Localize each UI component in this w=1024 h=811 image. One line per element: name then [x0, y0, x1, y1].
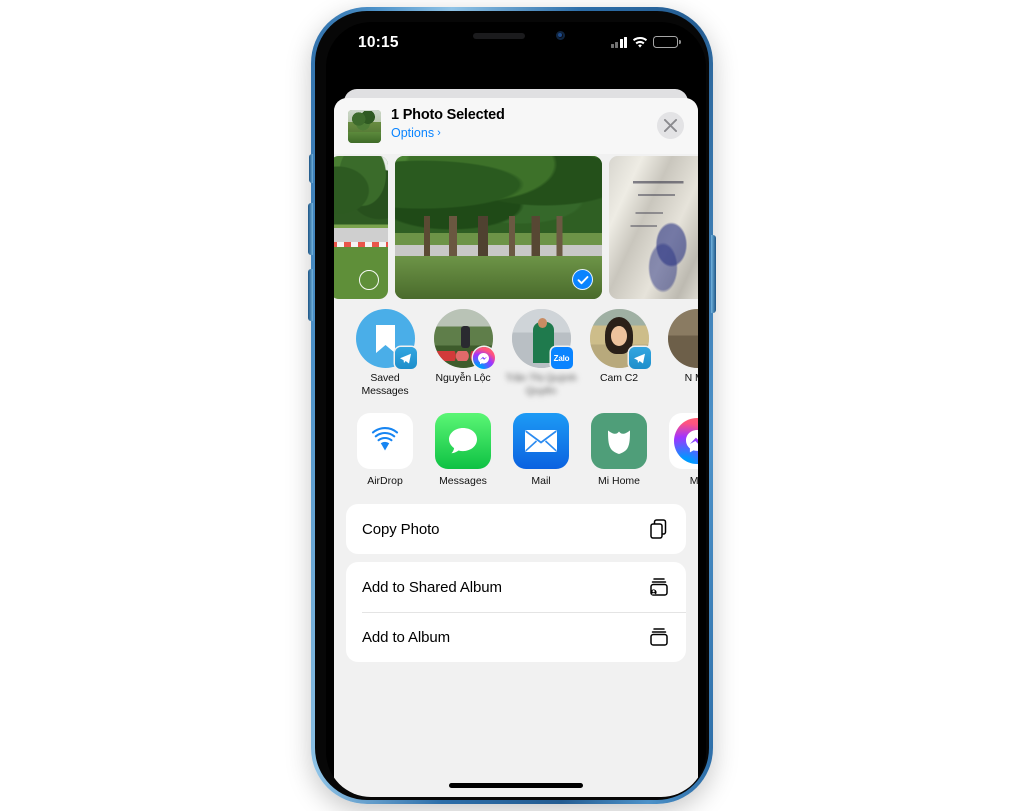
- selected-photo-thumbnail[interactable]: [348, 110, 381, 143]
- shared-album-icon: [648, 576, 670, 598]
- power-button[interactable]: [711, 235, 716, 313]
- chevron-right-icon: ›: [437, 127, 441, 139]
- messenger-icon: [686, 430, 698, 453]
- action-group-1: Copy Photo: [346, 504, 686, 554]
- status-bar-time: 10:15: [358, 34, 399, 51]
- mi-home-icon: [608, 430, 630, 454]
- app-label: Messages: [439, 475, 487, 487]
- action-add-to-shared-album[interactable]: Add to Shared Album: [346, 562, 686, 612]
- action-add-to-album[interactable]: Add to Album: [346, 612, 686, 662]
- screenshot-canvas: 10:15 1 Photo Selected Options › Saved M…: [0, 0, 1024, 811]
- action-label: Add to Shared Album: [362, 578, 502, 596]
- close-button[interactable]: [657, 112, 684, 139]
- contact-name: Trần Thị Quỳnh Quyên: [505, 372, 577, 397]
- mute-switch[interactable]: [309, 154, 313, 183]
- contact-nguyen-loc[interactable]: Nguyễn Lộc: [424, 309, 502, 385]
- front-camera-icon: [556, 31, 565, 40]
- copy-icon: [648, 518, 670, 540]
- close-icon: [664, 119, 677, 132]
- messenger-badge-icon: [472, 347, 495, 369]
- action-label: Add to Album: [362, 628, 451, 646]
- contact-name: Nguyễn Lộc: [435, 372, 491, 384]
- contact-name: Saved Messages: [361, 372, 409, 397]
- apps-share-row[interactable]: AirDrop Messages Mail Mi Home M: [334, 402, 698, 496]
- photo-strip[interactable]: [334, 154, 698, 301]
- action-group-2: Add to Shared Album Add to Album: [346, 562, 686, 662]
- action-copy-photo[interactable]: Copy Photo: [346, 504, 686, 554]
- contact-name: N Ma: [684, 372, 698, 384]
- photo-select-circle[interactable]: [359, 270, 379, 290]
- album-icon: [648, 626, 670, 648]
- volume-down-button[interactable]: [308, 269, 313, 321]
- cellular-signal-icon: [610, 36, 627, 48]
- share-sheet-header: 1 Photo Selected Options ›: [334, 98, 698, 154]
- share-app-mi-home[interactable]: Mi Home: [580, 413, 658, 487]
- app-label: AirDrop: [367, 475, 403, 487]
- contact-cam-c2[interactable]: Cam C2: [580, 309, 658, 385]
- contact-name: Cam C2: [600, 372, 638, 384]
- wifi-icon: [632, 36, 648, 48]
- contact-saved-messages[interactable]: Saved Messages: [346, 309, 424, 397]
- telegram-badge-icon: [394, 347, 417, 369]
- share-app-messages[interactable]: Messages: [424, 413, 502, 487]
- action-list: Copy Photo Add to Shared Album Add to Al…: [334, 496, 698, 662]
- battery-icon: [653, 36, 681, 48]
- app-label: Mail: [531, 475, 551, 487]
- airdrop-icon: [371, 426, 399, 451]
- notch: [439, 22, 593, 52]
- app-label: Mi Home: [597, 475, 640, 487]
- share-app-airdrop[interactable]: AirDrop: [346, 413, 424, 487]
- phone-frame: 10:15 1 Photo Selected Options › Saved M…: [308, 7, 716, 804]
- phone-screen: 10:15 1 Photo Selected Options › Saved M…: [326, 22, 706, 797]
- share-app-mail[interactable]: Mail: [502, 413, 580, 487]
- status-bar: 10:15: [326, 22, 706, 66]
- options-label: Options: [391, 126, 435, 140]
- contact-blurred[interactable]: Zalo Trần Thị Quỳnh Quyên: [502, 309, 580, 397]
- zalo-badge-icon: Zalo: [550, 347, 573, 369]
- messages-icon: [449, 428, 477, 454]
- action-label: Copy Photo: [362, 520, 440, 538]
- mail-icon: [525, 430, 557, 452]
- status-bar-indicators: [610, 36, 681, 48]
- contacts-share-row[interactable]: Saved Messages Nguyễn Lộc Zalo Trần Thị …: [334, 301, 698, 402]
- bookmark-icon: [375, 324, 395, 353]
- contact-partial[interactable]: N Ma: [658, 309, 698, 385]
- share-sheet: 1 Photo Selected Options › Saved Message…: [334, 98, 698, 797]
- telegram-badge-icon: [628, 347, 651, 369]
- photo-thumb-2-selected[interactable]: [395, 156, 602, 299]
- volume-up-button[interactable]: [308, 203, 313, 255]
- home-indicator[interactable]: [449, 783, 583, 788]
- photo-thumb-3[interactable]: [609, 156, 698, 299]
- share-app-messenger[interactable]: Me: [658, 413, 698, 487]
- phone-bezel: 10:15 1 Photo Selected Options › Saved M…: [315, 11, 709, 800]
- photo-thumb-1[interactable]: [334, 156, 388, 299]
- page-title: 1 Photo Selected: [391, 107, 505, 123]
- options-link[interactable]: Options ›: [391, 126, 441, 140]
- contact-avatar: [667, 309, 698, 368]
- app-label: Me: [689, 475, 698, 487]
- earpiece-speaker: [473, 33, 525, 39]
- photo-selected-checkmark[interactable]: [572, 269, 593, 290]
